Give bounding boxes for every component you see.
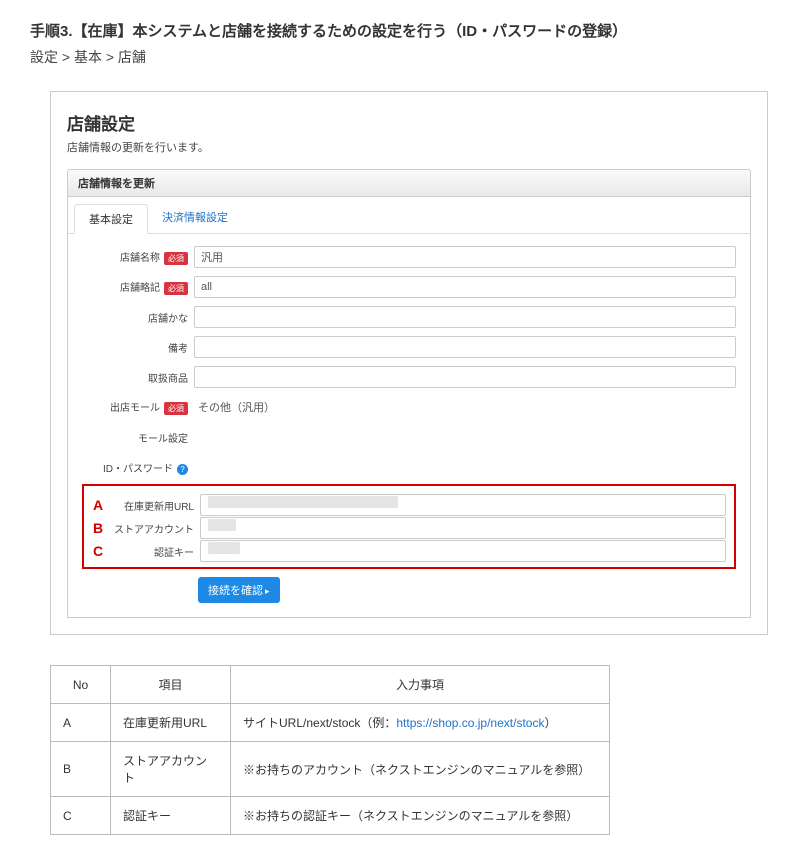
highlight-box: A 在庫更新用URL B ストアアカウント C 認証キー <box>82 484 736 569</box>
label-shop-name: 店舗名称必須 <box>102 249 194 265</box>
input-note[interactable] <box>194 336 736 358</box>
table-row: C 認証キー ※お持ちの認証キー（ネクストエンジンのマニュアルを参照） <box>51 797 610 835</box>
form-area: 店舗名称必須 店舗略記必須 店舗かな 備考 <box>67 234 751 618</box>
label-handle-item: 取扱商品 <box>102 370 194 385</box>
required-badge: 必須 <box>164 282 188 295</box>
table-row: B ストアアカウント ※お持ちのアカウント（ネクストエンジンのマニュアルを参照） <box>51 742 610 797</box>
input-handle-item[interactable] <box>194 366 736 388</box>
th-item: 項目 <box>111 666 231 704</box>
info-icon[interactable]: ? <box>177 464 188 475</box>
step-title: 手順3.【在庫】本システムと店舗を接続するための設定を行う（ID・パスワードの登… <box>30 20 768 41</box>
label-mall: 出店モール必須 <box>102 399 194 415</box>
marker-a: A <box>88 497 108 513</box>
confirm-button[interactable]: 接続を確認 <box>198 577 280 603</box>
input-shop-kana[interactable] <box>194 306 736 328</box>
example-url-link[interactable]: https://shop.co.jp/next/stock <box>396 716 544 730</box>
required-badge: 必須 <box>164 252 188 265</box>
panel-desc: 店舗情報の更新を行います。 <box>67 139 751 155</box>
settings-panel: 店舗設定 店舗情報の更新を行います。 店舗情報を更新 基本設定 決済情報設定 店… <box>50 91 768 635</box>
marker-c: C <box>88 543 108 559</box>
input-shop-abbr[interactable] <box>194 276 736 298</box>
value-mall: その他（汎用） <box>194 399 736 415</box>
label-mall-setting: モール設定 <box>102 430 194 445</box>
input-shop-name[interactable] <box>194 246 736 268</box>
reference-table: No 項目 入力事項 A 在庫更新用URL サイトURL/next/stock（… <box>50 665 610 835</box>
label-store-account: ストアアカウント <box>108 521 200 536</box>
input-store-account[interactable] <box>200 517 726 539</box>
input-auth-key[interactable] <box>200 540 726 562</box>
label-shop-abbr: 店舗略記必須 <box>102 279 194 295</box>
panel-title: 店舗設定 <box>67 110 751 135</box>
tab-payment[interactable]: 決済情報設定 <box>148 203 242 233</box>
label-auth-key: 認証キー <box>108 544 200 559</box>
tabs: 基本設定 決済情報設定 <box>67 197 751 234</box>
label-note: 備考 <box>102 340 194 355</box>
table-row: A 在庫更新用URL サイトURL/next/stock（例：https://s… <box>51 704 610 742</box>
tab-basic[interactable]: 基本設定 <box>74 204 148 234</box>
label-id-password: ID・パスワード? <box>102 460 194 475</box>
label-shop-kana: 店舗かな <box>102 310 194 325</box>
breadcrumb: 設定 > 基本 > 店舗 <box>30 47 768 67</box>
required-badge: 必須 <box>164 402 188 415</box>
th-no: No <box>51 666 111 704</box>
th-input: 入力事項 <box>231 666 610 704</box>
input-stock-url[interactable] <box>200 494 726 516</box>
section-header: 店舗情報を更新 <box>67 169 751 197</box>
label-stock-url: 在庫更新用URL <box>108 498 200 513</box>
marker-b: B <box>88 520 108 536</box>
